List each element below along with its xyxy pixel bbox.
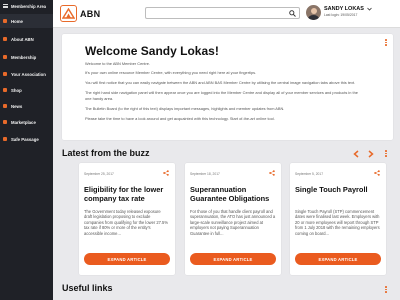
avatar[interactable] (306, 5, 321, 20)
welcome-paragraph: The Bulletin Board (to the right of this… (85, 106, 285, 111)
article-date: September 25, 2017 (84, 172, 114, 176)
buzz-section-title: Latest from the buzz (62, 148, 150, 158)
welcome-paragraph: Please take the time to have a look arou… (85, 116, 275, 121)
info-icon (3, 37, 7, 41)
abn-logo-icon (60, 5, 77, 22)
sidebar: Membership Area Home About ABN Membershi… (0, 0, 53, 300)
search-icon[interactable] (289, 10, 296, 17)
sidebar-item-label: Shop (11, 87, 22, 93)
article-card: September 25, 2017 Eligibility for the l… (79, 163, 175, 275)
membership-icon (3, 55, 7, 59)
article-card: September 5, 2017 Single Touch Payroll S… (290, 163, 386, 275)
chevron-right-icon[interactable] (368, 150, 374, 158)
sidebar-item-membership[interactable]: Membership (0, 50, 53, 64)
expand-article-button[interactable]: EXPAND ARTICLE (84, 253, 170, 265)
search-input[interactable] (146, 14, 286, 25)
chevron-left-icon[interactable] (353, 150, 359, 158)
share-icon[interactable] (269, 170, 275, 176)
welcome-paragraph: You will first notice that you can easil… (85, 80, 356, 85)
more-options-icon[interactable] (385, 39, 387, 47)
sidebar-title: Membership Area (11, 3, 46, 9)
expand-article-button[interactable]: EXPAND ARTICLE (295, 253, 381, 265)
user-name[interactable]: SANDY LOKAS (324, 6, 364, 12)
chevron-down-icon[interactable] (367, 7, 372, 11)
logo-text: ABN (80, 8, 101, 19)
article-excerpt: Single Touch Payroll (STP) commencement … (295, 209, 380, 236)
sidebar-item-label: Home (11, 18, 23, 24)
search-box[interactable] (145, 7, 300, 25)
article-excerpt: For those of you that handle client payr… (190, 209, 276, 236)
sidebar-item-shop[interactable]: Shop (0, 83, 53, 97)
welcome-paragraph: one handy area. (85, 96, 114, 101)
sidebar-item-label: Membership (11, 54, 37, 60)
sidebar-item-home[interactable]: Home (0, 14, 53, 28)
share-icon[interactable] (163, 170, 169, 176)
article-card: September 18, 2017 Superannuation Guaran… (185, 163, 281, 275)
welcome-card: Welcome Sandy Lokas! Welcome to the ABN … (62, 34, 393, 140)
expand-article-button[interactable]: EXPAND ARTICLE (190, 253, 276, 265)
useful-links-title: Useful links (62, 283, 113, 293)
sidebar-item-label: Marketplace (11, 119, 36, 125)
top-bar: ABN SANDY LOKAS Last login: 19/05/2017 (53, 0, 400, 28)
sidebar-item-safe-passage[interactable]: Safe Passage (0, 132, 53, 146)
more-options-icon[interactable] (385, 150, 387, 158)
sidebar-item-association[interactable]: Your Association (0, 67, 53, 81)
sidebar-item-news[interactable]: News (0, 99, 53, 113)
home-icon (3, 19, 7, 23)
welcome-paragraph: The right hand side navigation panel wil… (85, 90, 358, 95)
sidebar-item-label: Your Association (11, 71, 46, 77)
article-title[interactable]: Eligibility for the lower company tax ra… (84, 185, 172, 203)
sidebar-item-label: News (11, 103, 23, 109)
marketplace-icon (3, 120, 7, 124)
more-options-icon[interactable] (385, 286, 387, 294)
last-login-text: Last login: 19/05/2017 (324, 13, 358, 17)
article-date: September 18, 2017 (190, 172, 220, 176)
welcome-title: Welcome Sandy Lokas! (85, 44, 219, 58)
article-title[interactable]: Superannuation Guarantee Obligations (190, 185, 278, 203)
safe-passage-icon (3, 137, 7, 141)
share-icon[interactable] (374, 170, 380, 176)
article-title[interactable]: Single Touch Payroll (295, 185, 383, 194)
cart-icon (3, 88, 7, 92)
sidebar-item-about[interactable]: About ABN (0, 32, 53, 46)
article-date: September 5, 2017 (295, 172, 324, 176)
welcome-paragraph: It's your own online resource Member Cen… (85, 70, 257, 75)
welcome-paragraph: Welcome to the ABN Member Centre. (85, 61, 151, 66)
sidebar-item-label: About ABN (11, 36, 34, 42)
news-icon (3, 104, 7, 108)
sidebar-header[interactable]: Membership Area (0, 0, 53, 12)
sidebar-item-label: Safe Passage (11, 136, 39, 142)
sidebar-item-marketplace[interactable]: Marketplace (0, 115, 53, 129)
article-excerpt: The Government today released exposure d… (84, 209, 168, 236)
logo[interactable]: ABN (60, 5, 100, 22)
association-icon (3, 72, 7, 76)
hamburger-menu-icon[interactable] (3, 4, 8, 8)
